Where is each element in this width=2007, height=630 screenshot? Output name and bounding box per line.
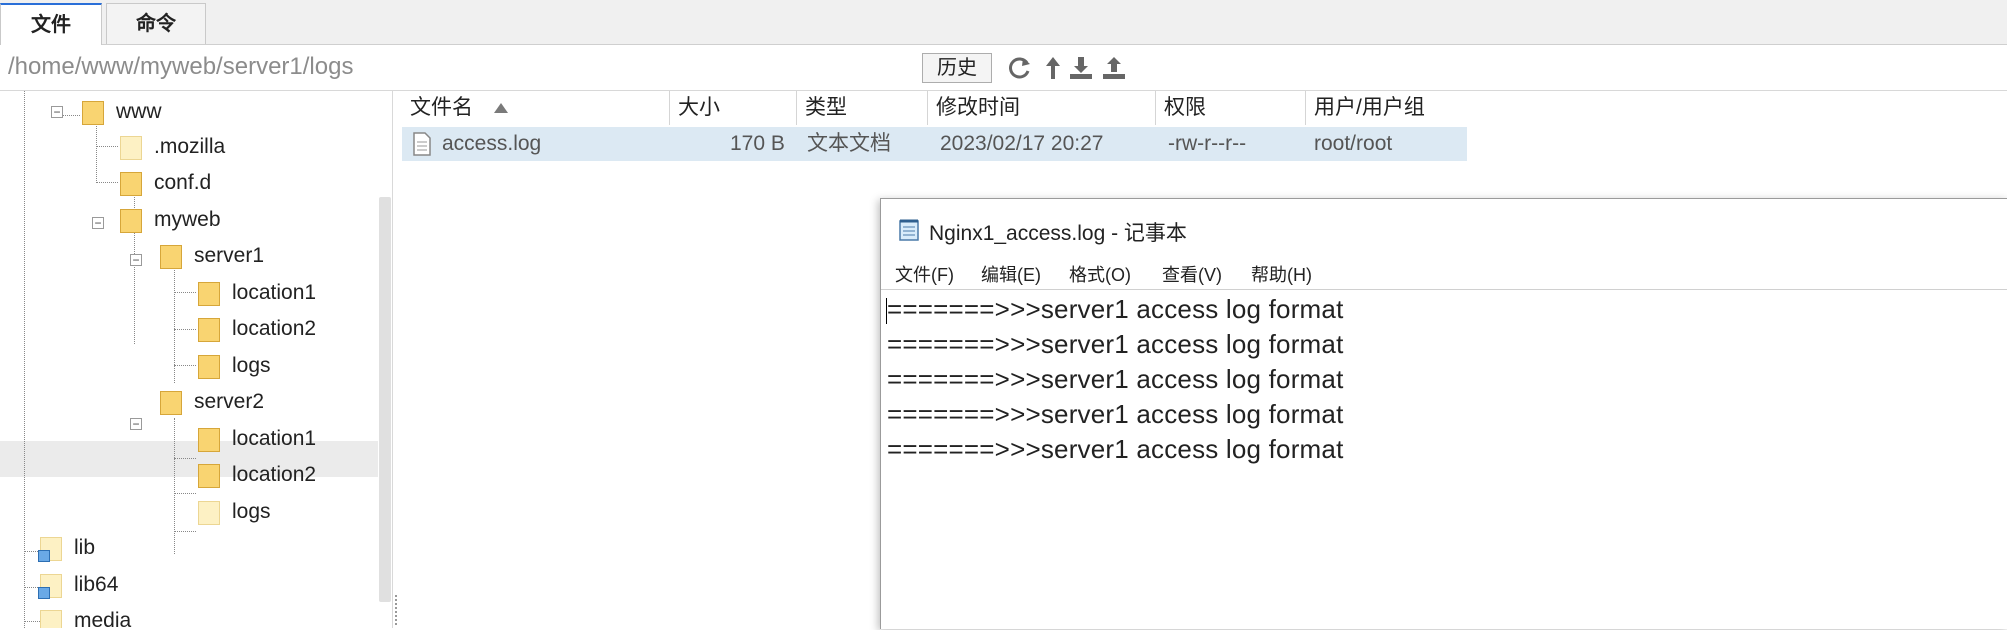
file-type: 文本文档 [807,132,891,155]
file-size: 170 B [730,132,785,155]
menu-help[interactable]: 帮助(H) [1251,261,1312,287]
column-header-type[interactable]: 类型 [797,91,928,125]
folder-icon [198,282,220,306]
column-header-name[interactable]: 文件名 [402,91,670,125]
menu-edit[interactable]: 编辑(E) [981,261,1041,287]
folder-link-icon [38,574,62,599]
notepad-window: Nginx1_access.log - 记事本 文件(F) 编辑(E) 格式(O… [880,198,2007,629]
file-mtime: 2023/02/17 20:27 [940,132,1104,155]
file-perm: -rw-r--r-- [1168,132,1247,155]
folder-icon [198,501,220,525]
text-line: =======>>>server1 access log format [887,399,1344,429]
text-line: =======>>>server1 access log format [887,329,1344,359]
notepad-titlebar[interactable]: Nginx1_access.log - 记事本 [881,199,2007,259]
path-field[interactable]: /home/www/myweb/server1/logs [8,53,353,81]
text-line: =======>>>server1 access log format [887,294,1344,324]
refresh-icon[interactable] [1007,55,1033,81]
expander-server2[interactable]: − [130,418,142,430]
column-header-size[interactable]: 大小 [670,91,797,125]
notepad-title: Nginx1_access.log - 记事本 [929,222,1187,245]
upload-icon[interactable] [1101,55,1127,81]
download-icon[interactable] [1068,55,1094,81]
expander-server1[interactable]: − [130,254,142,266]
folder-icon [120,172,142,196]
tab-commands[interactable]: 命令 [106,3,206,44]
splitter-handle[interactable] [395,595,401,625]
notepad-menubar: 文件(F) 编辑(E) 格式(O) 查看(V) 帮助(H) [881,259,2007,289]
menu-file[interactable]: 文件(F) [895,261,954,287]
tab-files[interactable]: 文件 [0,3,102,45]
tree-scrollbar[interactable] [379,197,391,602]
notepad-icon [899,219,919,241]
expander-myweb[interactable]: − [92,217,104,229]
path-bar: /home/www/myweb/server1/logs 历史 [0,45,2007,91]
folder-icon [160,245,182,269]
tab-bar: 文件 命令 [0,0,2007,45]
text-line: =======>>>server1 access log format [887,364,1344,394]
folder-link-icon [38,537,62,562]
folder-icon [82,101,104,125]
folder-icon [198,428,220,452]
table-row[interactable]: access.log 170 B 文本文档 2023/02/17 20:27 -… [402,127,1467,161]
file-owner: root/root [1314,132,1393,155]
text-file-icon [413,132,431,156]
tree-selection-highlight [0,441,378,477]
folder-icon [198,318,220,342]
column-header-perm[interactable]: 权限 [1156,91,1306,125]
folder-icon [198,464,220,488]
text-line: =======>>>server1 access log format [887,434,1344,464]
folder-icon [160,391,182,415]
history-button[interactable]: 历史 [922,53,992,83]
column-header-mtime[interactable]: 修改时间 [928,91,1156,125]
expander-www[interactable]: − [51,106,63,118]
notepad-text-area[interactable]: =======>>>server1 access log format ====… [881,289,2007,630]
column-header-owner[interactable]: 用户/用户组 [1306,91,1467,125]
folder-icon [120,209,142,233]
sort-ascending-icon [493,103,508,113]
menu-view[interactable]: 查看(V) [1162,261,1222,287]
folder-icon [120,136,142,160]
file-name: access.log [442,132,542,155]
directory-tree: − − − − www .mozilla conf.d myweb server… [0,91,393,628]
folder-icon [198,355,220,379]
menu-format[interactable]: 格式(O) [1069,261,1131,287]
up-icon[interactable] [1040,55,1066,81]
folder-icon [40,610,62,628]
